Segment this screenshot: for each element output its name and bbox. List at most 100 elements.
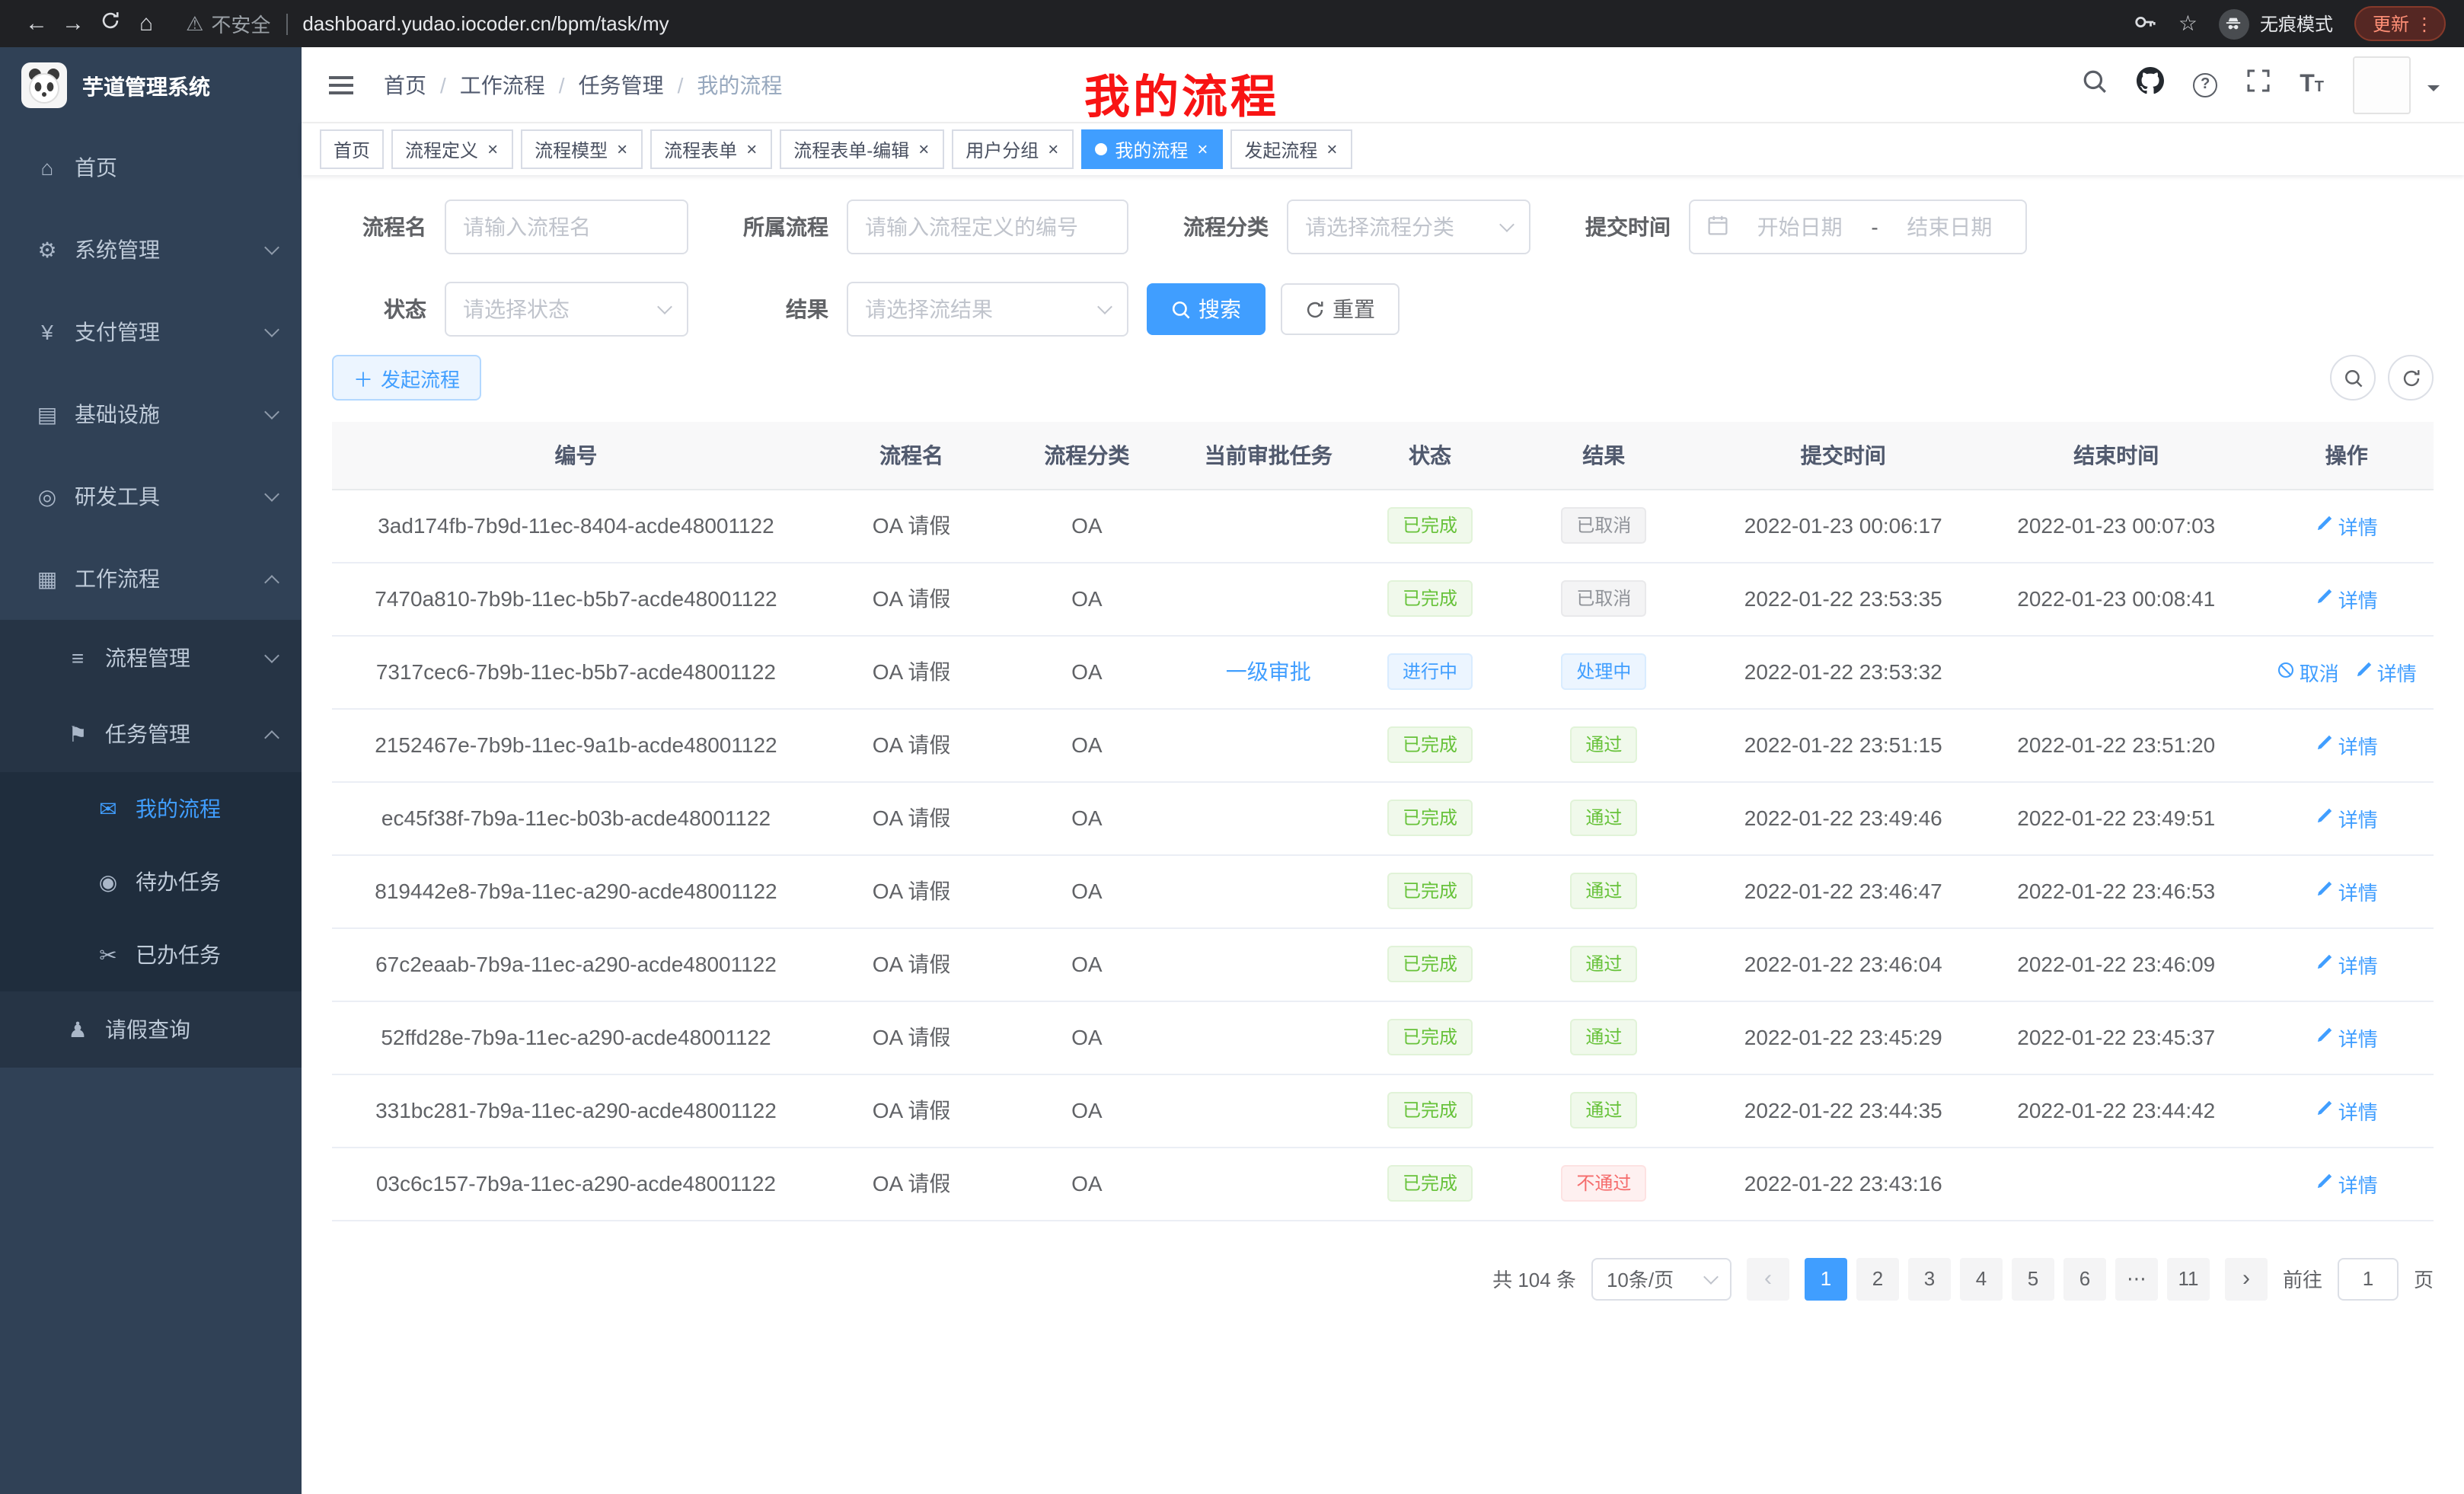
page-button-2[interactable]: 2 bbox=[1856, 1257, 1899, 1300]
tab-process-form-edit[interactable]: 流程表单-编辑× bbox=[780, 129, 944, 169]
url-text[interactable]: dashboard.yudao.iocoder.cn/bpm/task/my bbox=[302, 12, 669, 35]
search-icon[interactable] bbox=[2082, 68, 2108, 101]
show-search-toggle-button[interactable] bbox=[2330, 355, 2376, 401]
chrome-update-button[interactable]: 更新 ⋮ bbox=[2354, 6, 2446, 41]
chevron-down-icon[interactable] bbox=[2427, 85, 2440, 97]
sidebar-item-devtools[interactable]: ◎研发工具 bbox=[0, 455, 302, 538]
detail-link[interactable]: 详情 bbox=[2316, 950, 2378, 978]
incognito-badge[interactable]: 无痕模式 bbox=[2219, 8, 2333, 39]
goto-suffix: 页 bbox=[2414, 1264, 2434, 1293]
avatar[interactable] bbox=[2353, 56, 2411, 113]
detail-link[interactable]: 详情 bbox=[2316, 511, 2378, 540]
filter-label-result: 结果 bbox=[734, 294, 828, 324]
page-size-select[interactable]: 10条/页 bbox=[1591, 1257, 1732, 1300]
back-icon[interactable]: ← bbox=[18, 11, 55, 37]
edit-icon bbox=[2316, 514, 2334, 537]
sidebar-item-process-mgmt[interactable]: ≡流程管理 bbox=[0, 620, 302, 696]
cell-name: OA 请假 bbox=[820, 927, 1003, 1001]
sidebar-item-infrastructure[interactable]: ▤基础设施 bbox=[0, 373, 302, 455]
page-button-6[interactable]: 6 bbox=[2063, 1257, 2106, 1300]
reset-button[interactable]: 重置 bbox=[1281, 283, 1400, 335]
page-button-5[interactable]: 5 bbox=[2012, 1257, 2054, 1300]
sidebar-item-todo-task[interactable]: ◉待办任务 bbox=[0, 845, 302, 918]
filter-row-2: 状态 请选择状态 结果 请选择流结果 搜索 bbox=[332, 282, 2434, 337]
close-icon[interactable]: × bbox=[745, 140, 758, 158]
close-icon[interactable]: × bbox=[1195, 140, 1209, 158]
cell-name: OA 请假 bbox=[820, 562, 1003, 635]
page-button-4[interactable]: 4 bbox=[1960, 1257, 2003, 1300]
app-logo-row[interactable]: 芋道管理系统 bbox=[0, 47, 302, 126]
tab-home[interactable]: 首页 bbox=[320, 129, 384, 169]
key-icon[interactable] bbox=[2134, 10, 2157, 37]
sidebar-item-task-mgmt[interactable]: ⚑任务管理 bbox=[0, 696, 302, 772]
detail-link[interactable]: 详情 bbox=[2316, 803, 2378, 832]
tab-process-model[interactable]: 流程模型× bbox=[521, 129, 643, 169]
tab-process-definition[interactable]: 流程定义× bbox=[391, 129, 513, 169]
sidebar-item-workflow[interactable]: ▦工作流程 bbox=[0, 538, 302, 620]
close-icon[interactable]: × bbox=[615, 140, 629, 158]
reload-icon[interactable] bbox=[91, 11, 128, 37]
sidebar-item-payment[interactable]: ¥支付管理 bbox=[0, 291, 302, 373]
page-button-11[interactable]: 11 bbox=[2167, 1257, 2210, 1300]
sidebar-item-label: 基础设施 bbox=[75, 399, 253, 429]
detail-link[interactable]: 详情 bbox=[2316, 1169, 2378, 1198]
breadcrumb-item[interactable]: 工作流程 bbox=[460, 69, 545, 100]
sidebar-item-leave-query[interactable]: ♟请假查询 bbox=[0, 991, 302, 1068]
submit-time-range-picker[interactable]: 开始日期 - 结束日期 bbox=[1689, 200, 2027, 254]
action-label: 详情 bbox=[2338, 803, 2378, 832]
column-header-end: 结束时间 bbox=[1973, 422, 2260, 489]
font-size-icon[interactable]: TT bbox=[2300, 72, 2324, 97]
pagination: 共 104 条 10条/页 ‹ 123456⋯11 › 前往 页 bbox=[332, 1257, 2434, 1300]
sidebar-item-system[interactable]: ⚙系统管理 bbox=[0, 209, 302, 291]
breadcrumb-item[interactable]: 首页 bbox=[384, 69, 426, 100]
refresh-button[interactable] bbox=[2388, 355, 2434, 401]
hamburger-icon[interactable] bbox=[326, 69, 356, 100]
address-bar[interactable]: ⚠ 不安全 dashboard.yudao.iocoder.cn/bpm/tas… bbox=[186, 9, 669, 38]
category-select[interactable]: 请选择流程分类 bbox=[1287, 200, 1530, 254]
table-row: 819442e8-7b9a-11ec-a290-acde48001122OA 请… bbox=[332, 854, 2434, 927]
help-icon[interactable]: ? bbox=[2193, 72, 2217, 97]
detail-link[interactable]: 详情 bbox=[2316, 730, 2378, 759]
tab-process-form[interactable]: 流程表单× bbox=[650, 129, 772, 169]
bookmark-star-icon[interactable]: ☆ bbox=[2178, 11, 2197, 37]
cancel-link[interactable]: 取消 bbox=[2277, 657, 2339, 686]
detail-link[interactable]: 详情 bbox=[2316, 584, 2378, 613]
forward-icon[interactable]: → bbox=[55, 11, 91, 37]
current-task-link[interactable]: 一级审批 bbox=[1226, 659, 1311, 684]
tab-my-process[interactable]: 我的流程× bbox=[1081, 129, 1223, 169]
action-label: 详情 bbox=[2338, 1023, 2378, 1052]
prev-page-button[interactable]: ‹ bbox=[1747, 1257, 1789, 1300]
sidebar-item-home[interactable]: ⌂首页 bbox=[0, 126, 302, 209]
tab-user-group[interactable]: 用户分组× bbox=[952, 129, 1074, 169]
detail-link[interactable]: 详情 bbox=[2316, 1096, 2378, 1125]
page-button-1[interactable]: 1 bbox=[1805, 1257, 1847, 1300]
detail-link[interactable]: 详情 bbox=[2354, 657, 2417, 686]
cell-id: 331bc281-7b9a-11ec-a290-acde48001122 bbox=[332, 1074, 820, 1147]
close-icon[interactable]: × bbox=[486, 140, 500, 158]
close-icon[interactable]: × bbox=[917, 140, 930, 158]
tab-start-process[interactable]: 发起流程× bbox=[1230, 129, 1352, 169]
fullscreen-icon[interactable] bbox=[2246, 69, 2271, 101]
process-definition-input[interactable] bbox=[847, 200, 1128, 254]
close-icon[interactable]: × bbox=[1325, 140, 1339, 158]
next-page-button[interactable]: › bbox=[2225, 1257, 2268, 1300]
process-name-input[interactable] bbox=[445, 200, 688, 254]
create-process-button[interactable]: ＋ 发起流程 bbox=[332, 355, 481, 401]
ellipsis-pages-button[interactable]: ⋯ bbox=[2115, 1257, 2158, 1300]
security-warning[interactable]: ⚠ 不安全 bbox=[186, 9, 270, 38]
github-icon[interactable] bbox=[2137, 67, 2164, 102]
breadcrumb-item[interactable]: 任务管理 bbox=[579, 69, 664, 100]
goto-page-input[interactable] bbox=[2338, 1257, 2399, 1300]
sidebar-item-done-task[interactable]: ✂已办任务 bbox=[0, 918, 302, 991]
home-icon[interactable]: ⌂ bbox=[128, 11, 164, 37]
status-select[interactable]: 请选择状态 bbox=[445, 282, 688, 337]
sidebar-item-my-process[interactable]: ✉我的流程 bbox=[0, 772, 302, 845]
result-select[interactable]: 请选择流结果 bbox=[847, 282, 1128, 337]
page-button-3[interactable]: 3 bbox=[1908, 1257, 1951, 1300]
cell-id: 2152467e-7b9b-11ec-9a1b-acde48001122 bbox=[332, 708, 820, 781]
chevron-down-icon bbox=[264, 240, 279, 255]
search-button[interactable]: 搜索 bbox=[1147, 283, 1266, 335]
detail-link[interactable]: 详情 bbox=[2316, 1023, 2378, 1052]
detail-link[interactable]: 详情 bbox=[2316, 876, 2378, 905]
close-icon[interactable]: × bbox=[1046, 140, 1060, 158]
